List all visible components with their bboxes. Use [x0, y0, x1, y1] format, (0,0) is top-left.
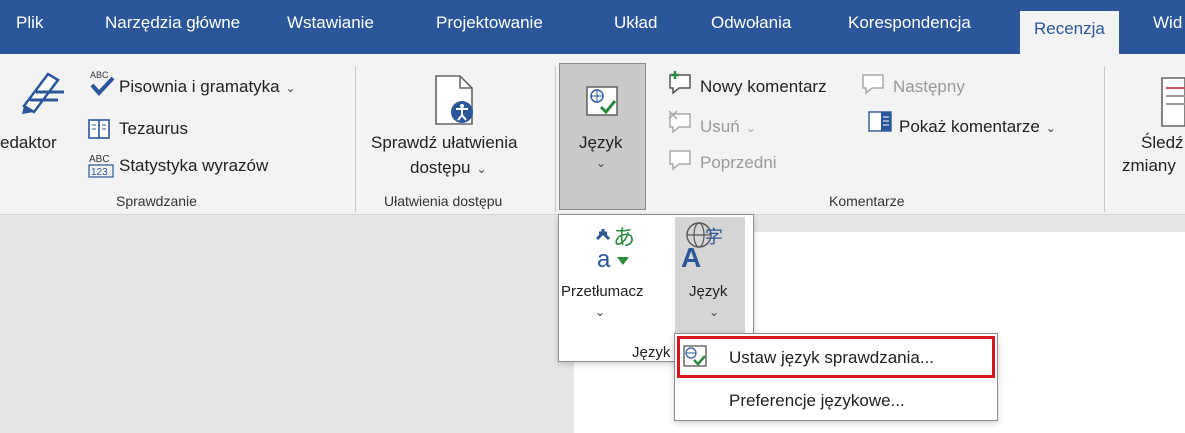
check-accessibility-button[interactable]: Sprawdź ułatwienia — [371, 133, 517, 153]
next-comment-icon — [862, 74, 884, 95]
track-changes-button-line2[interactable]: zmiany — [1122, 156, 1176, 176]
next-comment-button[interactable]: Następny — [893, 77, 965, 97]
spelling-label: Pisownia i gramatyka — [119, 77, 280, 96]
previous-comment-icon — [669, 150, 691, 171]
translate-icon: あ a — [595, 226, 635, 269]
tab-insert[interactable]: Wstawianie — [287, 0, 374, 54]
group-divider — [355, 66, 356, 212]
delete-label: Usuń — [700, 117, 740, 136]
accessibility-icon — [435, 75, 473, 125]
spelling-grammar-button[interactable]: Pisownia i gramatyka ⌄ — [119, 77, 296, 97]
group-label-proofing: Sprawdzanie — [116, 193, 197, 209]
show-comments-icon — [868, 111, 892, 132]
check-accessibility-button-line2[interactable]: dostępu ⌄ — [410, 158, 487, 178]
language-icon — [586, 86, 618, 116]
chevron-down-icon: ⌄ — [476, 162, 487, 176]
svg-text:字: 字 — [705, 227, 723, 248]
svg-text:A: A — [681, 242, 701, 269]
tab-file[interactable]: Plik — [16, 0, 43, 54]
new-comment-button[interactable]: Nowy komentarz — [700, 77, 827, 97]
tab-review[interactable]: Recenzja — [1020, 11, 1119, 54]
group-divider — [1104, 66, 1105, 212]
translate-button[interactable]: Przetłumacz — [561, 283, 644, 300]
chevron-down-icon: ⌄ — [709, 305, 720, 319]
svg-text:123: 123 — [91, 167, 108, 178]
language-menu: Ustaw język sprawdzania... Preferencje j… — [674, 333, 998, 421]
chevron-down-icon: ⌄ — [595, 305, 606, 319]
svg-text:ABC: ABC — [90, 70, 109, 80]
previous-comment-button[interactable]: Poprzedni — [700, 153, 777, 173]
chevron-down-icon: ⌄ — [596, 156, 607, 170]
group-label-comments: Komentarze — [829, 193, 905, 209]
tab-mailings[interactable]: Korespondencja — [848, 0, 971, 54]
chevron-down-icon: ⌄ — [745, 121, 756, 135]
tab-home[interactable]: Narzędzia główne — [105, 0, 240, 54]
ribbon-tab-bar: Plik Narzędzia główne Wstawianie Projekt… — [0, 0, 1185, 54]
set-proofing-language-item[interactable]: Ustaw język sprawdzania... — [729, 348, 934, 368]
language-a-icon: A 字 — [681, 222, 723, 269]
chevron-down-icon: ⌄ — [1045, 121, 1056, 135]
tab-references[interactable]: Odwołania — [711, 0, 791, 54]
word-count-button[interactable]: Statystyka wyrazów — [119, 156, 268, 176]
chevron-down-icon: ⌄ — [285, 81, 296, 95]
new-comment-icon — [669, 71, 691, 95]
pen-icon — [22, 72, 64, 114]
group-divider — [555, 66, 556, 212]
language-button[interactable]: Język ⌄ — [559, 63, 646, 210]
show-comments-label: Pokaż komentarze — [899, 117, 1040, 136]
svg-text:a: a — [597, 246, 611, 269]
svg-text:あ: あ — [613, 226, 635, 251]
svg-text:ABC: ABC — [89, 154, 110, 165]
group-label-accessibility: Ułatwienia dostępu — [384, 193, 503, 209]
popup-group-label: Język — [632, 344, 671, 361]
thesaurus-button[interactable]: Tezaurus — [119, 119, 188, 139]
tab-view[interactable]: Wid — [1153, 0, 1182, 54]
language-label: Język — [579, 133, 623, 152]
book-icon — [88, 119, 110, 139]
delete-comment-icon — [668, 110, 691, 134]
show-comments-button[interactable]: Pokaż komentarze ⌄ — [899, 117, 1056, 137]
language-icon — [683, 345, 707, 367]
track-changes-icon — [1161, 77, 1185, 127]
tab-design[interactable]: Projektowanie — [436, 0, 543, 54]
spellcheck-icon: ABC — [90, 70, 115, 96]
accessibility-label: dostępu — [410, 158, 471, 177]
track-changes-button[interactable]: Śledź — [1141, 133, 1184, 153]
delete-comment-button[interactable]: Usuń ⌄ — [700, 117, 756, 137]
tab-layout[interactable]: Układ — [614, 0, 657, 54]
editor-button[interactable]: edaktor — [0, 133, 57, 153]
language-preferences-item[interactable]: Preferencje językowe... — [729, 391, 905, 411]
language-submenu-button[interactable]: Język — [689, 283, 727, 300]
abc123-icon: ABC 123 — [88, 154, 114, 178]
